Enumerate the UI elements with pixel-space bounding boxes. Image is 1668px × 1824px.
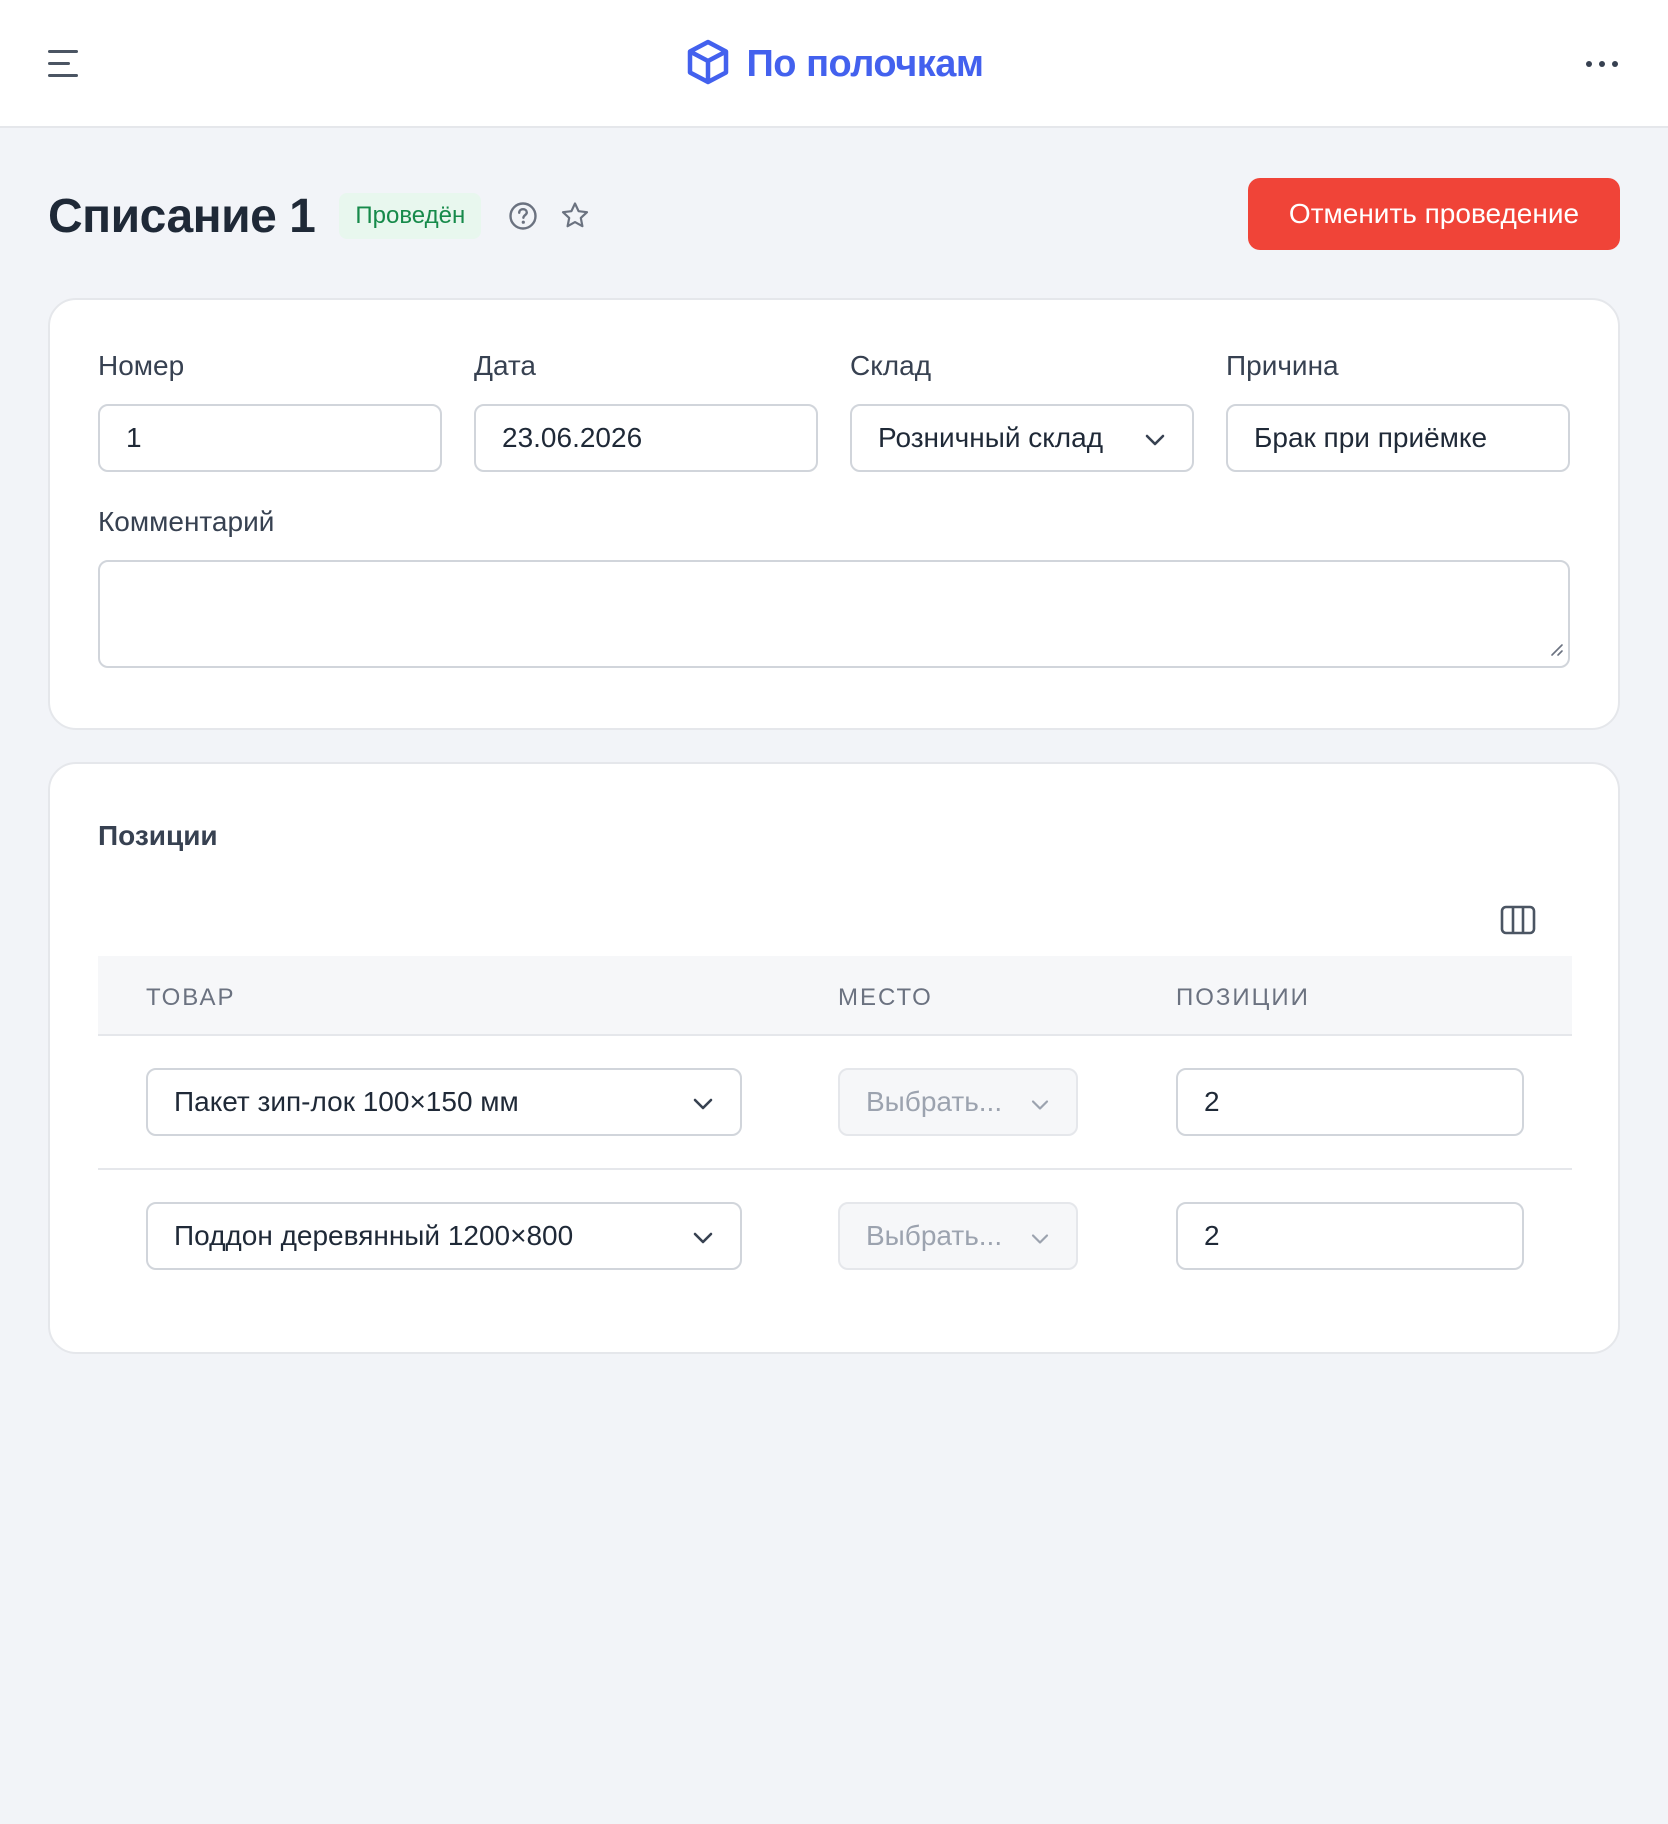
product-select[interactable]: Поддон деревянный 1200×800: [146, 1202, 742, 1270]
chevron-down-icon: [692, 1220, 714, 1252]
chevron-down-icon: [692, 1086, 714, 1118]
reason-field[interactable]: Брак при приёмке: [1226, 404, 1570, 472]
app-name: По полочкам: [746, 42, 984, 85]
warehouse-value: Розничный склад: [878, 422, 1104, 453]
reason-label: Причина: [1226, 350, 1339, 381]
document-form-card: Номер 1 Дата 23.06.2026 Склад Розничный …: [48, 298, 1620, 730]
status-badge: Проведён: [339, 193, 482, 239]
quantity-field[interactable]: 2: [1176, 1202, 1524, 1270]
question-circle-icon[interactable]: [507, 200, 539, 232]
quantity-value: 2: [1204, 1086, 1220, 1117]
chevron-down-icon: [1030, 1220, 1050, 1252]
resize-handle-icon[interactable]: [1548, 641, 1564, 662]
place-placeholder: Выбрать...: [866, 1220, 1003, 1251]
column-header-product[interactable]: ТОВАР: [146, 984, 235, 1012]
top-bar: По полочкам: [0, 0, 1668, 128]
star-icon[interactable]: [559, 200, 591, 232]
number-label: Номер: [98, 350, 185, 381]
title-row: Списание 1 Проведён: [48, 180, 591, 252]
columns-icon[interactable]: [1500, 904, 1536, 936]
product-value: Пакет зип-лок 100×150 мм: [174, 1086, 519, 1117]
place-select[interactable]: Выбрать...: [838, 1068, 1078, 1136]
product-select[interactable]: Пакет зип-лок 100×150 мм: [146, 1068, 742, 1136]
page-title: Списание 1: [48, 189, 316, 243]
place-placeholder: Выбрать...: [866, 1086, 1003, 1117]
date-value: 23.06.2026: [502, 422, 643, 453]
column-header-positions[interactable]: ПОЗИЦИИ: [1176, 984, 1310, 1012]
number-value: 1: [126, 422, 142, 453]
warehouse-label: Склад: [850, 350, 932, 381]
items-section-title: Позиции: [98, 820, 218, 851]
warehouse-select[interactable]: Розничный склад: [850, 404, 1194, 472]
more-horizontal-icon[interactable]: [1582, 52, 1622, 76]
reason-value: Брак при приёмке: [1254, 422, 1488, 453]
cancel-posting-button[interactable]: Отменить проведение: [1248, 178, 1620, 250]
cube-icon: [684, 38, 732, 91]
chevron-down-icon: [1030, 1086, 1050, 1118]
quantity-field[interactable]: 2: [1176, 1068, 1524, 1136]
table-header: ТОВАР МЕСТО ПОЗИЦИИ: [98, 956, 1572, 1036]
items-card: Позиции ТОВАР МЕСТО ПОЗИЦИИ Пакет зип-ло…: [48, 762, 1620, 1354]
column-header-place[interactable]: МЕСТО: [838, 984, 933, 1012]
quantity-value: 2: [1204, 1220, 1220, 1251]
product-value: Поддон деревянный 1200×800: [174, 1220, 574, 1251]
comment-textarea[interactable]: [98, 560, 1570, 668]
place-select[interactable]: Выбрать...: [838, 1202, 1078, 1270]
comment-label: Комментарий: [98, 506, 275, 537]
number-field[interactable]: 1: [98, 404, 442, 472]
date-field[interactable]: 23.06.2026: [474, 404, 818, 472]
table-row: Поддон деревянный 1200×800 Выбрать... 2: [98, 1170, 1572, 1304]
table-row: Пакет зип-лок 100×150 мм Выбрать... 2: [98, 1036, 1572, 1170]
app-brand[interactable]: По полочкам: [0, 38, 1668, 90]
chevron-down-icon: [1144, 422, 1166, 454]
date-label: Дата: [474, 350, 537, 381]
